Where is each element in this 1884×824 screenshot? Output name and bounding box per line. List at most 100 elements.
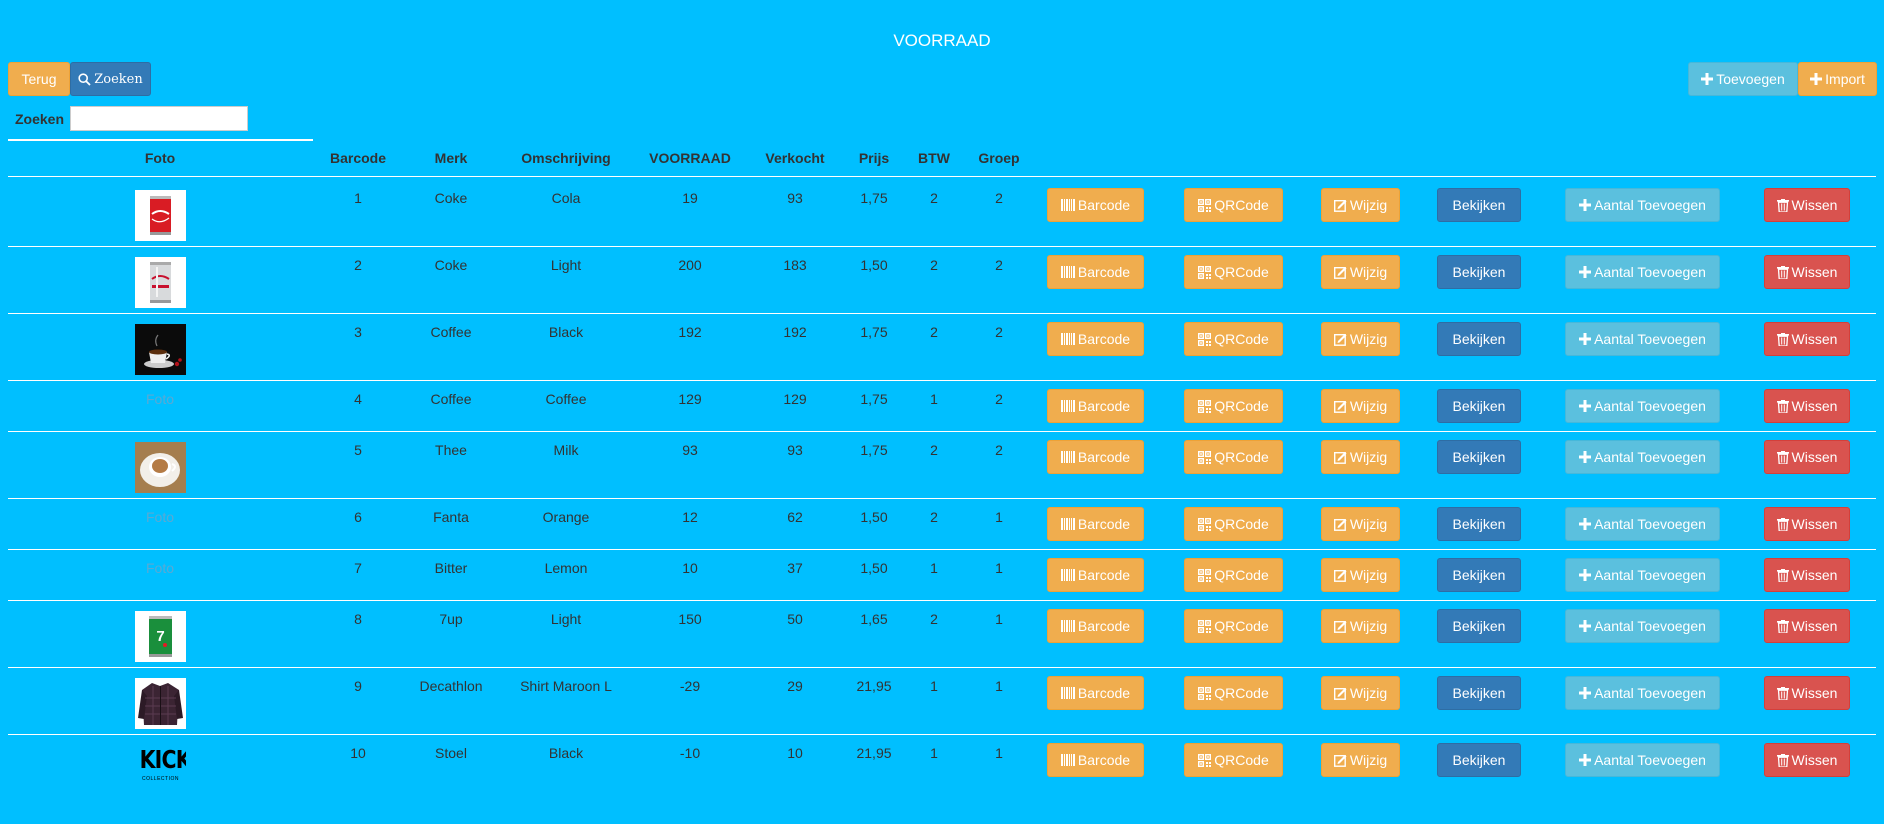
bekijken-button[interactable]: Bekijken bbox=[1437, 188, 1521, 222]
search-input[interactable] bbox=[70, 106, 249, 131]
cell-omschrijving: Black bbox=[548, 324, 584, 340]
bekijken-button[interactable]: Bekijken bbox=[1437, 389, 1521, 423]
cell-btw: 2 bbox=[930, 611, 938, 627]
column-header: Merk bbox=[434, 150, 468, 166]
back-button[interactable]: Terug bbox=[8, 62, 70, 96]
search-button[interactable]: Zoeken bbox=[70, 62, 151, 96]
bekijken-button[interactable]: Bekijken bbox=[1437, 255, 1521, 289]
wissen-button[interactable]: Wissen bbox=[1764, 676, 1850, 710]
cell-barcode: 7 bbox=[354, 560, 362, 576]
wijzig-button[interactable]: Wijzig bbox=[1321, 322, 1400, 356]
bekijken-button-label: Bekijken bbox=[1452, 618, 1506, 634]
qrcode-button[interactable]: QRCode bbox=[1184, 609, 1283, 643]
cell-verkocht: 50 bbox=[787, 611, 803, 627]
bekijken-button[interactable]: Bekijken bbox=[1437, 507, 1521, 541]
barcode-button[interactable]: Barcode bbox=[1047, 322, 1144, 356]
aantal-button[interactable]: Aantal Toevoegen bbox=[1565, 322, 1720, 356]
aantal-button[interactable]: Aantal Toevoegen bbox=[1565, 676, 1720, 710]
barcode-button-label: Barcode bbox=[1077, 618, 1131, 634]
wissen-button[interactable]: Wissen bbox=[1764, 558, 1850, 592]
aantal-button[interactable]: Aantal Toevoegen bbox=[1565, 389, 1720, 423]
barcode-button[interactable]: Barcode bbox=[1047, 507, 1144, 541]
barcode-button[interactable]: Barcode bbox=[1047, 676, 1144, 710]
wissen-button[interactable]: Wissen bbox=[1764, 507, 1850, 541]
barcode-icon bbox=[1060, 754, 1075, 766]
bekijken-button[interactable]: Bekijken bbox=[1437, 676, 1521, 710]
qrcode-button[interactable]: QRCode bbox=[1184, 676, 1283, 710]
wissen-button[interactable]: Wissen bbox=[1764, 255, 1850, 289]
wissen-button[interactable]: Wissen bbox=[1764, 609, 1850, 643]
wissen-button-label: Wissen bbox=[1791, 752, 1838, 768]
logo-subtext: COLLECTION bbox=[142, 776, 179, 782]
barcode-button[interactable]: Barcode bbox=[1047, 255, 1144, 289]
wissen-button[interactable]: Wissen bbox=[1764, 322, 1850, 356]
wijzig-button[interactable]: Wijzig bbox=[1321, 609, 1400, 643]
bekijken-button[interactable]: Bekijken bbox=[1437, 440, 1521, 474]
qrcode-button[interactable]: QRCode bbox=[1184, 255, 1283, 289]
aantal-button[interactable]: Aantal Toevoegen bbox=[1565, 255, 1720, 289]
qrcode-button[interactable]: QRCode bbox=[1184, 322, 1283, 356]
barcode-button[interactable]: Barcode bbox=[1047, 188, 1144, 222]
wijzig-button[interactable]: Wijzig bbox=[1321, 507, 1400, 541]
aantal-button[interactable]: Aantal Toevoegen bbox=[1565, 440, 1720, 474]
bekijken-button[interactable]: Bekijken bbox=[1437, 743, 1521, 777]
cell-omschrijving: Cola bbox=[551, 190, 581, 206]
cell-voorraad: 93 bbox=[682, 442, 698, 458]
cell-prijs: 1,75 bbox=[860, 190, 888, 206]
bekijken-button[interactable]: Bekijken bbox=[1437, 558, 1521, 592]
wijzig-button[interactable]: Wijzig bbox=[1321, 389, 1400, 423]
cell-barcode: 3 bbox=[354, 324, 362, 340]
wijzig-button[interactable]: Wijzig bbox=[1321, 440, 1400, 474]
add-button[interactable]: Toevoegen bbox=[1688, 62, 1798, 96]
edit-icon bbox=[1333, 451, 1347, 464]
aantal-button[interactable]: Aantal Toevoegen bbox=[1565, 743, 1720, 777]
qrcode-button-label: QRCode bbox=[1214, 685, 1269, 701]
barcode-button[interactable]: Barcode bbox=[1047, 558, 1144, 592]
bekijken-button[interactable]: Bekijken bbox=[1437, 322, 1521, 356]
aantal-button[interactable]: Aantal Toevoegen bbox=[1565, 609, 1720, 643]
cell-prijs: 21,95 bbox=[856, 678, 892, 694]
qrcode-button-label: QRCode bbox=[1214, 567, 1269, 583]
import-button[interactable]: Import bbox=[1798, 62, 1877, 96]
wijzig-button[interactable]: Wijzig bbox=[1321, 558, 1400, 592]
aantal-button[interactable]: Aantal Toevoegen bbox=[1565, 188, 1720, 222]
barcode-button[interactable]: Barcode bbox=[1047, 440, 1144, 474]
barcode-button[interactable]: Barcode bbox=[1047, 609, 1144, 643]
wissen-button[interactable]: Wissen bbox=[1764, 743, 1850, 777]
cell-merk: Thee bbox=[435, 442, 467, 458]
cell-barcode: 6 bbox=[354, 509, 362, 525]
qrcode-button[interactable]: QRCode bbox=[1184, 743, 1283, 777]
barcode-icon bbox=[1060, 451, 1075, 463]
barcode-button[interactable]: Barcode bbox=[1047, 389, 1144, 423]
wissen-button[interactable]: Wissen bbox=[1764, 440, 1850, 474]
trash-icon bbox=[1776, 450, 1789, 464]
qrcode-button[interactable]: QRCode bbox=[1184, 558, 1283, 592]
cell-verkocht: 29 bbox=[787, 678, 803, 694]
barcode-button[interactable]: Barcode bbox=[1047, 743, 1144, 777]
aantal-button[interactable]: Aantal Toevoegen bbox=[1565, 507, 1720, 541]
plus-icon bbox=[1579, 451, 1592, 463]
wissen-button[interactable]: Wissen bbox=[1764, 389, 1850, 423]
qrcode-button[interactable]: QRCode bbox=[1184, 440, 1283, 474]
header-divider bbox=[8, 176, 1426, 177]
qrcode-button[interactable]: QRCode bbox=[1184, 188, 1283, 222]
bekijken-button[interactable]: Bekijken bbox=[1437, 609, 1521, 643]
wijzig-button[interactable]: Wijzig bbox=[1321, 255, 1400, 289]
wissen-button[interactable]: Wissen bbox=[1764, 188, 1850, 222]
qrcode-button-label: QRCode bbox=[1214, 618, 1269, 634]
qrcode-button[interactable]: QRCode bbox=[1184, 507, 1283, 541]
aantal-button-label: Aantal Toevoegen bbox=[1594, 449, 1706, 465]
aantal-button[interactable]: Aantal Toevoegen bbox=[1565, 558, 1720, 592]
cell-btw: 1 bbox=[930, 560, 938, 576]
trash-icon bbox=[1776, 568, 1789, 582]
cell-voorraad: 129 bbox=[678, 391, 702, 407]
plus-icon bbox=[1579, 687, 1592, 699]
cell-btw: 2 bbox=[930, 442, 938, 458]
qrcode-button[interactable]: QRCode bbox=[1184, 389, 1283, 423]
trash-icon bbox=[1776, 619, 1789, 633]
wijzig-button[interactable]: Wijzig bbox=[1321, 188, 1400, 222]
cell-merk: Decathlon bbox=[419, 678, 483, 694]
wijzig-button[interactable]: Wijzig bbox=[1321, 743, 1400, 777]
wijzig-button[interactable]: Wijzig bbox=[1321, 676, 1400, 710]
wijzig-button-label: Wijzig bbox=[1349, 264, 1388, 280]
